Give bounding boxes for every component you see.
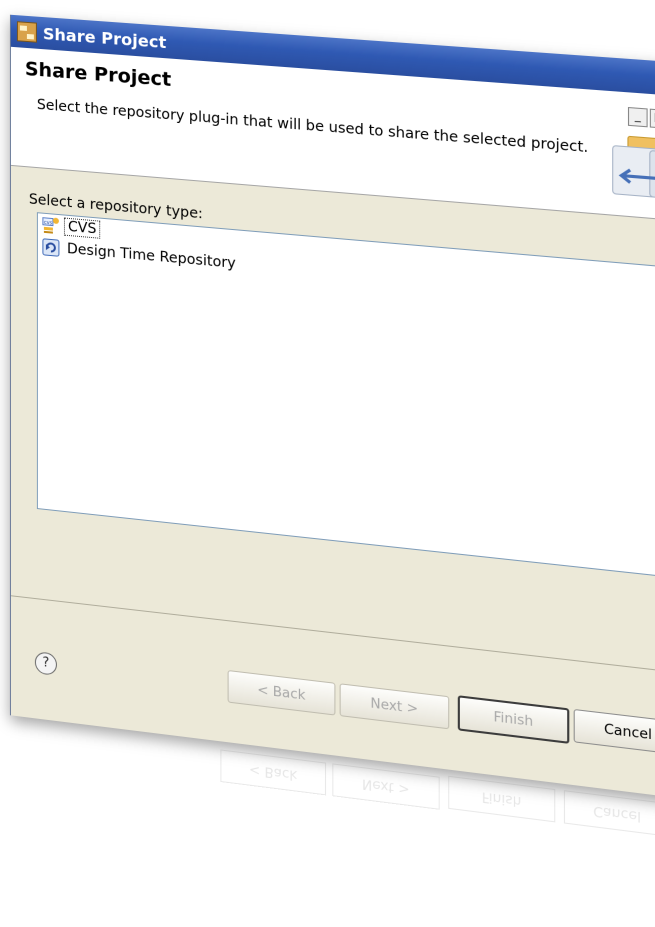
share-project-icon (16, 21, 37, 43)
window-title: Share Project (42, 23, 167, 52)
finish-button-reflection: Finish (448, 775, 556, 823)
folder-share-icon (606, 130, 655, 205)
list-item-label: Design Time Repository (66, 240, 236, 273)
page-description: Select the repository plug-in that will … (36, 96, 589, 157)
main-content: Select a repository type: cvs CVS Design… (11, 166, 655, 675)
finish-button[interactable]: Finish (457, 695, 570, 744)
next-button[interactable]: Next > (339, 683, 450, 730)
help-icon[interactable]: ? (34, 651, 57, 676)
list-item-design-time-repository[interactable]: Design Time Repository (42, 238, 239, 274)
cancel-button[interactable]: Cancel (573, 708, 655, 756)
share-project-dialog: Share Project Share Project Select the r… (9, 14, 655, 801)
maximize-button[interactable]: □ (649, 108, 655, 129)
minimize-button[interactable]: _ (627, 106, 648, 128)
list-item-cvs[interactable]: cvs CVS (42, 216, 101, 239)
page-title: Share Project (24, 57, 172, 92)
window-controls: _ □ x (627, 106, 655, 131)
list-item-label: CVS (63, 217, 101, 239)
design-time-repository-icon (42, 238, 60, 258)
repository-type-list[interactable]: cvs CVS Design Time Repository (36, 212, 655, 579)
back-button-reflection: < Back (220, 749, 327, 796)
cvs-icon: cvs (42, 216, 59, 233)
cancel-button-reflection: Cancel (563, 790, 655, 838)
svg-text:cvs: cvs (44, 220, 53, 227)
back-button[interactable]: < Back (227, 669, 336, 716)
next-button-reflection: Next > (332, 763, 440, 810)
